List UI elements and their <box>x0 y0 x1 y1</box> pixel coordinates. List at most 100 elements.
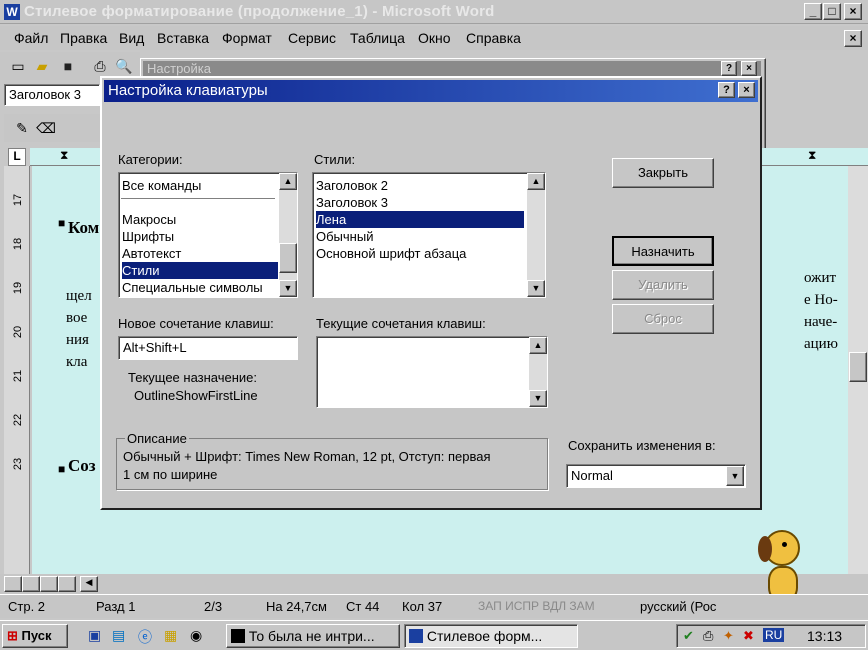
menu-insert[interactable]: Вставка <box>157 30 209 46</box>
word-task-icon <box>409 629 423 643</box>
categories-list[interactable]: Все команды Макросы Шрифты Автотекст Сти… <box>118 172 298 298</box>
ruler-number: 18 <box>12 237 25 251</box>
new-shortcut-value: Alt+Shift+L <box>123 340 187 355</box>
chevron-down-icon[interactable]: ▼ <box>726 466 744 486</box>
doc-line: Ком <box>68 218 100 237</box>
customize-close-button[interactable]: × <box>741 61 757 76</box>
current-shortcuts-scrollbar[interactable]: ▲ ▼ <box>529 337 547 407</box>
doc-line-right: ацию <box>804 336 838 352</box>
maximize-button[interactable]: □ <box>823 3 841 20</box>
scroll-up-button[interactable]: ▲ <box>527 173 545 190</box>
indent-marker-left[interactable]: ⧗ <box>60 148 68 163</box>
menu-help[interactable]: Справка <box>466 30 521 46</box>
doc-line: щел <box>66 288 92 304</box>
dialog-close-button[interactable]: × <box>738 82 755 98</box>
indent-marker-right[interactable]: ⧗ <box>808 148 816 163</box>
print-preview-icon[interactable]: 🔍 <box>114 56 134 76</box>
outline-view-button[interactable] <box>58 576 76 592</box>
doc-line: кла <box>66 354 88 370</box>
assign-button[interactable]: Назначить <box>612 236 714 266</box>
current-shortcuts-list[interactable]: ▲ ▼ <box>316 336 548 408</box>
list-item[interactable]: Обычный <box>316 228 373 245</box>
list-item-selected[interactable]: Лена <box>316 211 524 228</box>
new-shortcut-input[interactable]: Alt+Shift+L <box>118 336 298 360</box>
vertical-ruler: 17 18 19 20 21 22 23 <box>4 166 30 574</box>
scroll-up-button[interactable]: ▲ <box>279 173 297 190</box>
task-button-1[interactable]: То была не интри... <box>226 624 400 648</box>
menu-tools[interactable]: Сервис <box>288 30 336 46</box>
tray-icon[interactable]: ✔ <box>683 628 694 644</box>
list-item-selected[interactable]: Стили <box>122 262 278 279</box>
print-icon[interactable]: ⎙ <box>90 56 110 76</box>
normal-view-button[interactable] <box>4 576 22 592</box>
save-in-select[interactable]: Normal ▼ <box>566 464 746 488</box>
close-button[interactable]: Закрыть <box>612 158 714 188</box>
scroll-down-button[interactable]: ▼ <box>527 280 545 297</box>
start-button[interactable]: ⊞ Пуск <box>2 624 68 648</box>
vertical-scrollbar[interactable] <box>848 166 868 574</box>
status-bar: Стр. 2 Разд 1 2/3 На 24,7см Ст 44 Кол 37… <box>0 594 868 618</box>
layout-view-button[interactable] <box>40 576 58 592</box>
quicklaunch-app-icon[interactable]: ◉ <box>190 627 202 644</box>
menu-window[interactable]: Окно <box>418 30 451 46</box>
styles-scrollbar[interactable]: ▲ ▼ <box>527 173 545 297</box>
list-item[interactable]: Заголовок 2 <box>316 177 388 194</box>
tray-close-icon[interactable]: ✖ <box>743 628 754 644</box>
customize-help-button[interactable]: ? <box>721 61 737 76</box>
taskbar: ⊞ Пуск ▣ ▤ ⓔ ▦ ◉ То была не интри... Сти… <box>0 620 868 650</box>
task-button-2[interactable]: Стилевое форм... <box>404 624 578 648</box>
scroll-left-button[interactable]: ◀ <box>80 576 98 592</box>
dialog-help-button[interactable]: ? <box>718 82 735 98</box>
new-document-icon[interactable]: ▭ <box>8 56 28 76</box>
dialog-title-bar: Настройка клавиатуры <box>104 80 758 102</box>
list-item[interactable]: Макросы <box>122 211 176 228</box>
quicklaunch-ie-icon[interactable]: ⓔ <box>138 627 152 647</box>
list-item[interactable]: Заголовок 3 <box>316 194 388 211</box>
task2-label: Стилевое форм... <box>426 628 543 644</box>
window-title-bar: W Стилевое форматирование (продолжение_1… <box>0 0 868 24</box>
styles-label: Стили: <box>314 152 356 167</box>
menu-bar: Файл Правка Вид Вставка Формат Сервис Та… <box>0 26 868 50</box>
tray-printer-icon[interactable]: ⎙ <box>703 628 713 644</box>
word-app-icon: W <box>4 4 20 20</box>
minimize-button[interactable]: _ <box>804 3 822 20</box>
close-window-button[interactable]: × <box>844 3 862 20</box>
quicklaunch-explorer-icon[interactable]: ▤ <box>112 627 125 644</box>
tab-selector[interactable]: L <box>8 148 26 166</box>
description-label: Описание <box>125 431 189 446</box>
scroll-thumb[interactable] <box>279 243 297 273</box>
scroll-thumb[interactable] <box>849 352 867 382</box>
scroll-up-button[interactable]: ▲ <box>529 337 547 354</box>
web-view-button[interactable] <box>22 576 40 592</box>
eraser-icon[interactable]: ⌫ <box>36 118 56 138</box>
save-icon[interactable]: ■ <box>58 56 78 76</box>
menu-table[interactable]: Таблица <box>350 30 405 46</box>
ruler-number: 23 <box>12 457 25 471</box>
save-in-label: Сохранить изменения в: <box>568 438 716 453</box>
doc-close-button[interactable]: × <box>844 30 862 47</box>
list-item[interactable]: Шрифты <box>122 228 174 245</box>
menu-edit[interactable]: Правка <box>60 30 107 46</box>
styles-list[interactable]: Заголовок 2 Заголовок 3 Лена Обычный Осн… <box>312 172 546 298</box>
quicklaunch-desktop-icon[interactable]: ▣ <box>88 627 101 644</box>
list-item[interactable]: Основной шрифт абзаца <box>316 245 466 262</box>
list-separator <box>121 198 275 199</box>
menu-view[interactable]: Вид <box>119 30 144 46</box>
quicklaunch-outlook-icon[interactable]: ▦ <box>164 627 177 644</box>
list-item[interactable]: Специальные символы <box>122 279 263 296</box>
list-item[interactable]: Автотекст <box>122 245 181 262</box>
menu-format[interactable]: Формат <box>222 30 272 46</box>
start-label: Пуск <box>21 628 52 643</box>
list-item[interactable]: Все команды <box>122 177 201 194</box>
categories-scrollbar[interactable]: ▲ ▼ <box>279 173 297 297</box>
reset-button[interactable]: Сброс <box>612 304 714 334</box>
tray-lang-badge[interactable]: RU <box>763 628 785 642</box>
scroll-down-button[interactable]: ▼ <box>279 280 297 297</box>
style-combo[interactable]: Заголовок 3 <box>4 84 100 106</box>
menu-file[interactable]: Файл <box>14 30 48 46</box>
pencil-icon[interactable]: ✎ <box>12 118 32 138</box>
scroll-down-button[interactable]: ▼ <box>529 390 547 407</box>
open-folder-icon[interactable]: ▰ <box>32 56 52 76</box>
tray-flag-icon[interactable]: ✦ <box>723 628 734 644</box>
remove-button[interactable]: Удалить <box>612 270 714 300</box>
